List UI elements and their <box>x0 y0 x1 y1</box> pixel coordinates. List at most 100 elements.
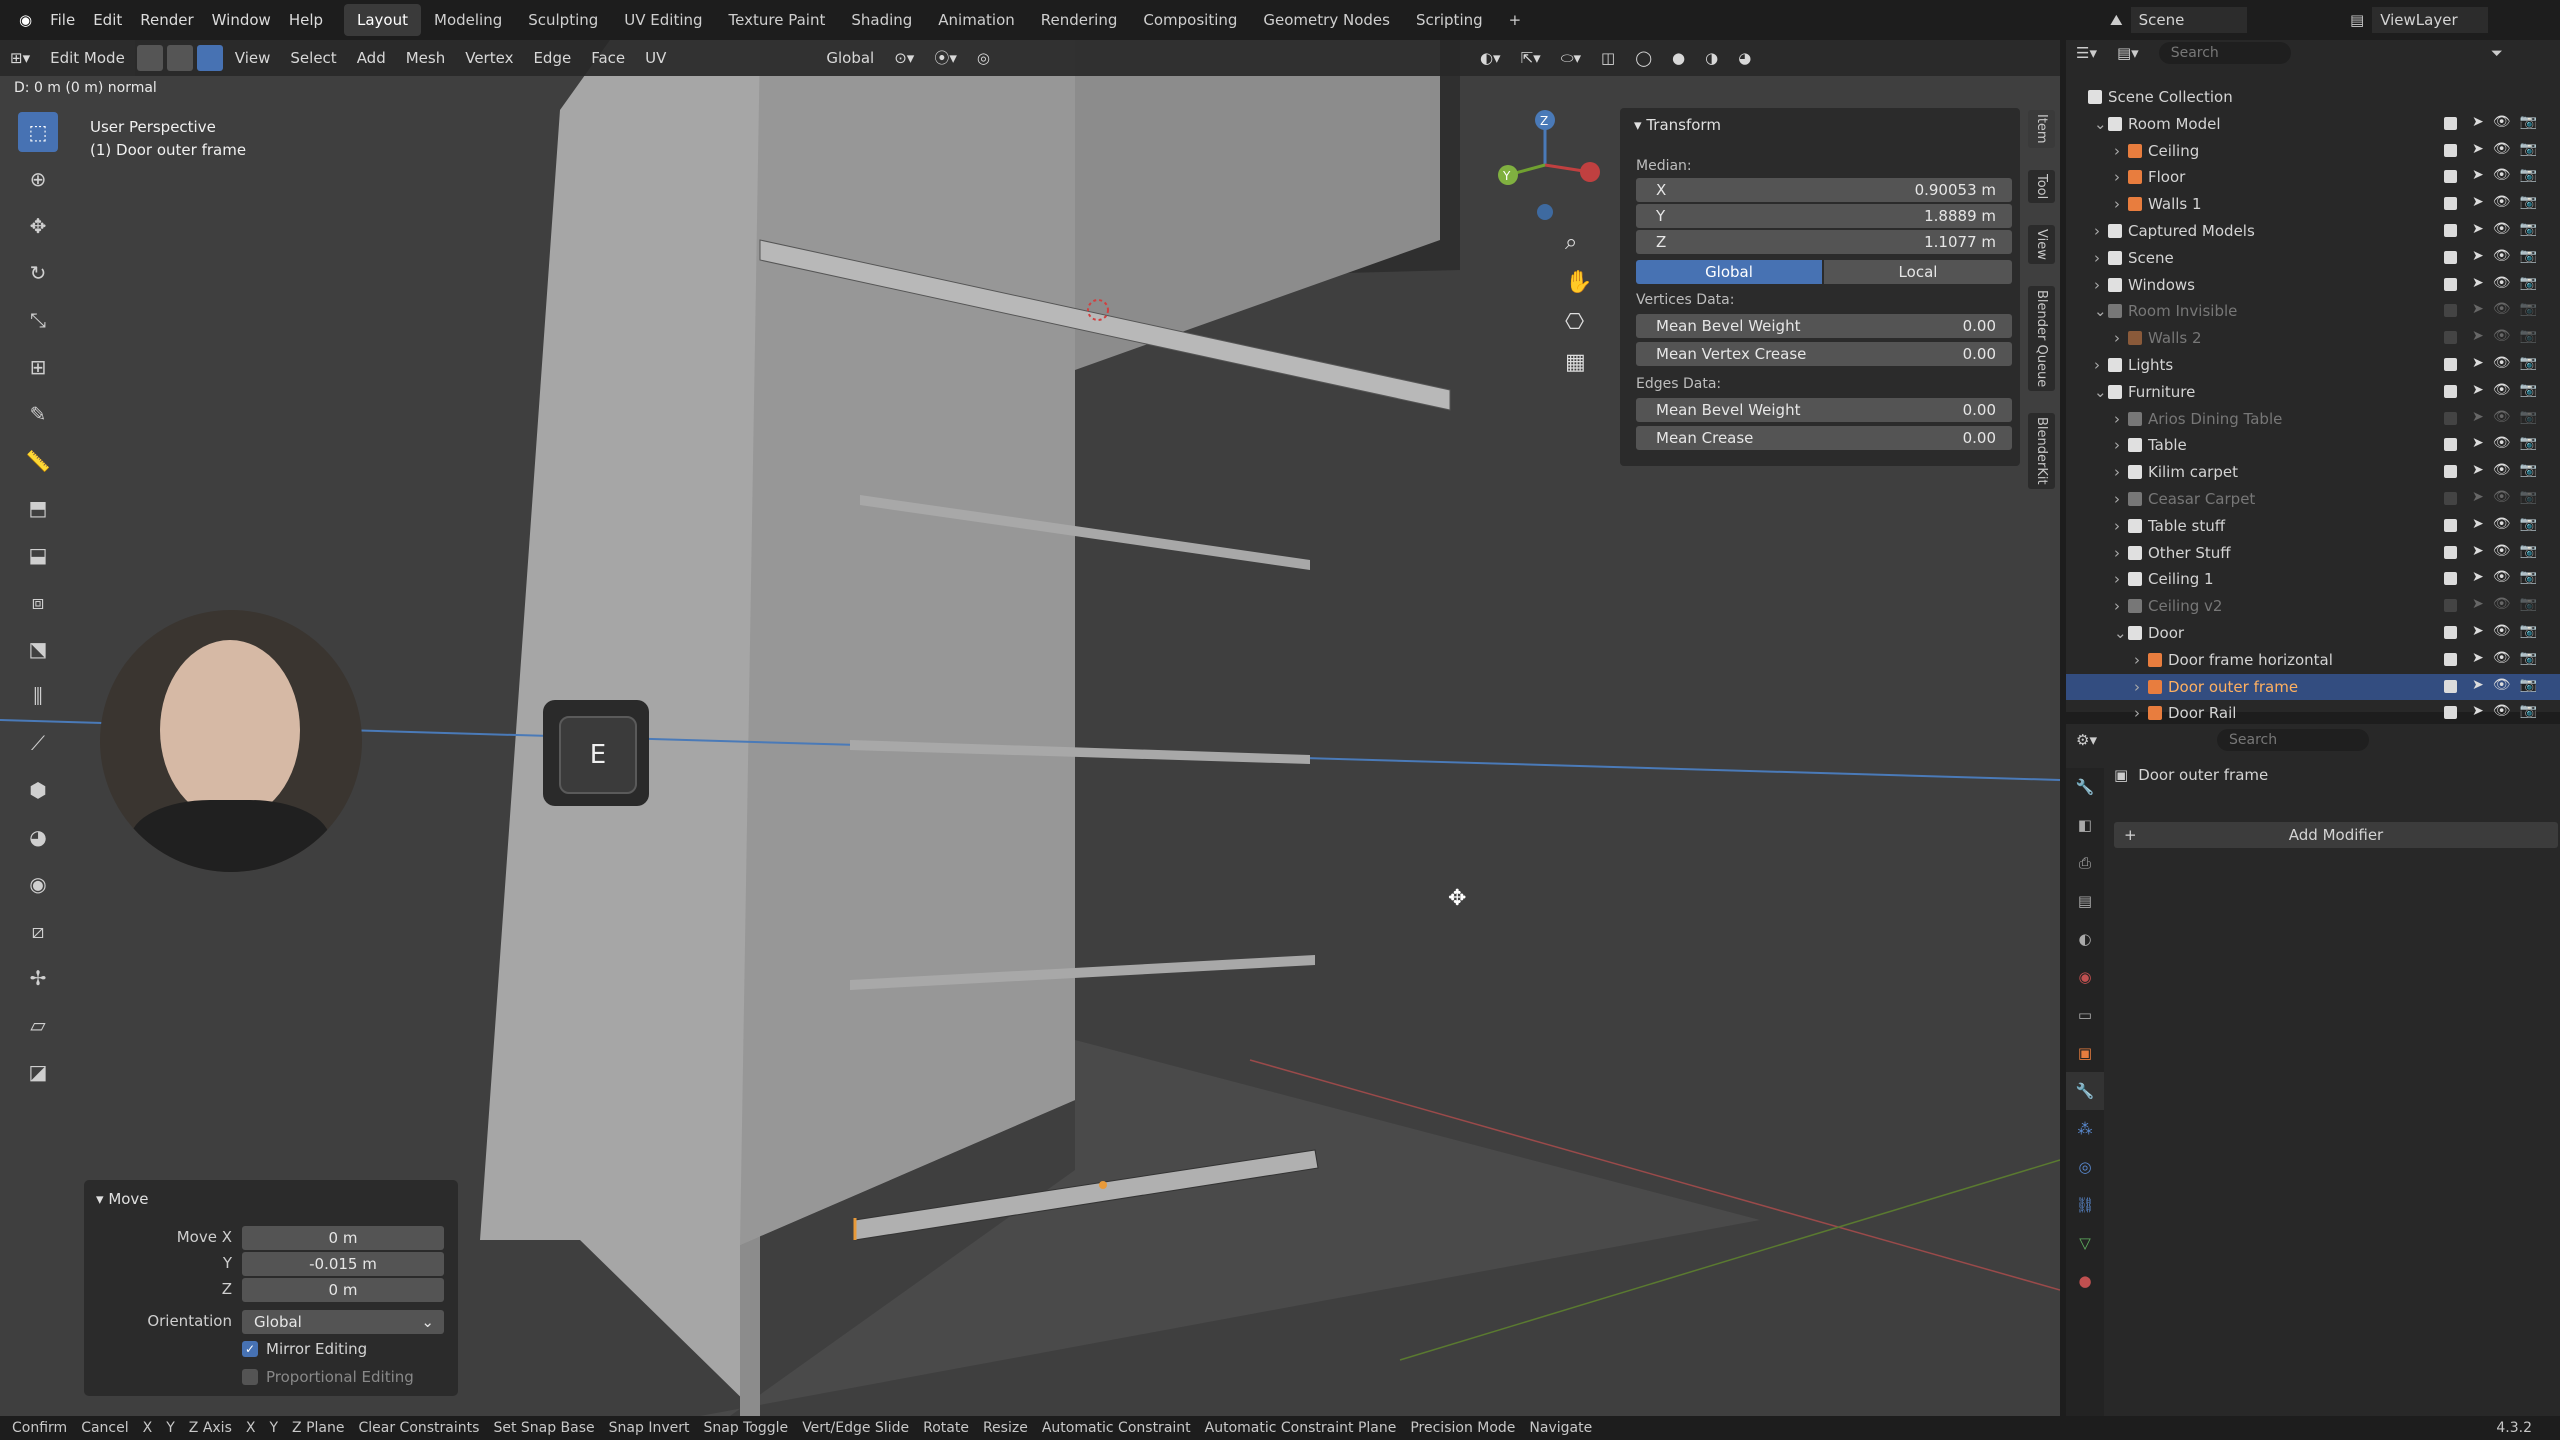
rip-tool-icon[interactable]: ◪ <box>18 1052 58 1092</box>
camera-icon[interactable]: ⎔ <box>1565 310 1597 350</box>
tab-geometry-nodes[interactable]: Geometry Nodes <box>1250 4 1403 36</box>
local-toggle[interactable]: Local <box>1824 260 2012 284</box>
expand-chevron-icon[interactable]: › <box>2134 678 2140 696</box>
visibility-toggles[interactable]: ➤👁📷 <box>2472 435 2546 451</box>
navigation-gizmo[interactable]: Z Y <box>1490 110 1600 220</box>
properties-editor-icon[interactable]: ⚙▾ <box>2076 731 2097 749</box>
visibility-toggles[interactable]: ➤👁📷 <box>2472 677 2546 693</box>
move-tool-icon[interactable]: ✥ <box>18 206 58 246</box>
menu-window[interactable]: Window <box>203 11 280 29</box>
overlay-icon[interactable]: ⬭▾ <box>1551 40 1591 76</box>
transform-tool-icon[interactable]: ⊞ <box>18 347 58 387</box>
proportional-icon[interactable]: ◎ <box>967 40 1000 76</box>
outliner-row[interactable]: ⌄ Door ➤👁📷 <box>2066 620 2560 646</box>
proportional-checkbox[interactable] <box>242 1369 258 1385</box>
extrude-tool-icon[interactable]: ⬓ <box>18 535 58 575</box>
global-toggle[interactable]: Global <box>1636 260 1822 284</box>
outliner-row[interactable]: › Ceiling 1 ➤👁📷 <box>2066 566 2560 592</box>
median-z-field[interactable]: Z 1.1077 m <box>1636 230 2012 254</box>
exclude-checkbox[interactable] <box>2444 626 2457 639</box>
visibility-toggles[interactable]: ➤👁📷 <box>2472 543 2546 559</box>
display-mode-icon[interactable]: ▤▾ <box>2117 44 2139 62</box>
pivot-icon[interactable]: ⊙▾ <box>884 40 924 76</box>
visibility-toggles[interactable]: ➤👁📷 <box>2472 462 2546 478</box>
exclude-checkbox[interactable] <box>2444 706 2457 720</box>
annotate-tool-icon[interactable]: ✎ <box>18 394 58 434</box>
render-properties-icon[interactable]: ◧ <box>2066 806 2104 844</box>
exclude-checkbox[interactable] <box>2444 572 2457 586</box>
expand-chevron-icon[interactable]: › <box>2114 410 2120 428</box>
outliner-row[interactable]: › Door frame horizontal ➤👁📷 <box>2066 647 2560 673</box>
select-mode-vertex[interactable] <box>136 45 163 71</box>
editor-type-icon[interactable]: ⊞▾ <box>0 40 40 76</box>
mirror-editing-row[interactable]: ✓ Mirror Editing <box>242 1340 367 1358</box>
add-workspace-button[interactable]: + <box>1496 4 1535 36</box>
visibility-toggles[interactable]: ➤👁📷 <box>2472 167 2546 183</box>
material-properties-icon[interactable]: ● <box>2066 1262 2104 1300</box>
visibility-toggles[interactable]: ➤👁📷 <box>2472 141 2546 157</box>
outliner-row[interactable]: Scene Collection <box>2066 84 2560 110</box>
constraints-properties-icon[interactable]: ⛓ <box>2066 1186 2104 1224</box>
exclude-checkbox[interactable] <box>2444 384 2457 398</box>
tab-animation[interactable]: Animation <box>925 4 1027 36</box>
tab-rendering[interactable]: Rendering <box>1028 4 1131 36</box>
shear-tool-icon[interactable]: ▱ <box>18 1005 58 1045</box>
outliner-row[interactable]: › Table stuff ➤👁📷 <box>2066 513 2560 539</box>
tab-tool[interactable]: Tool <box>2028 169 2055 203</box>
menu-file[interactable]: File <box>41 11 84 29</box>
expand-chevron-icon[interactable]: ⌄ <box>2094 115 2107 133</box>
tab-sculpting[interactable]: Sculpting <box>515 4 611 36</box>
visibility-toggles[interactable]: ➤👁📷 <box>2472 221 2546 237</box>
outliner-row[interactable]: ⌄ Room Invisible ➤👁📷 <box>2066 298 2560 324</box>
visibility-toggles[interactable]: ➤👁📷 <box>2472 382 2546 398</box>
expand-chevron-icon[interactable]: ⌄ <box>2094 383 2107 401</box>
view-layer-selector[interactable]: ▤ ViewLayer <box>2350 5 2489 35</box>
gizmo-icon[interactable]: ⇱▾ <box>1511 40 1551 76</box>
exclude-checkbox[interactable] <box>2444 197 2457 211</box>
visibility-toggles[interactable]: ➤👁📷 <box>2472 516 2546 532</box>
expand-chevron-icon[interactable]: › <box>2114 544 2120 562</box>
expand-chevron-icon[interactable]: › <box>2114 436 2120 454</box>
physics-properties-icon[interactable]: ◎ <box>2066 1148 2104 1186</box>
orientation-dropdown[interactable]: Global ⌄ <box>242 1310 444 1334</box>
exclude-checkbox[interactable] <box>2444 438 2457 452</box>
expand-chevron-icon[interactable]: › <box>2094 249 2100 267</box>
exclude-checkbox[interactable] <box>2444 652 2457 666</box>
exclude-checkbox[interactable] <box>2444 599 2457 613</box>
shading-rendered-icon[interactable]: ◕ <box>1728 40 1761 76</box>
shading-solid-icon[interactable]: ● <box>1662 40 1695 76</box>
menu-select[interactable]: Select <box>280 40 346 76</box>
pan-hand-icon[interactable]: ✋ <box>1565 270 1597 310</box>
edge-bevel-weight-field[interactable]: Mean Bevel Weight 0.00 <box>1636 398 2012 422</box>
particles-properties-icon[interactable]: ⁂ <box>2066 1110 2104 1148</box>
exclude-checkbox[interactable] <box>2444 170 2457 184</box>
zoom-icon[interactable]: ⌕ <box>1565 230 1597 270</box>
expand-chevron-icon[interactable]: › <box>2114 329 2120 347</box>
bevel-tool-icon[interactable]: ⬔ <box>18 629 58 669</box>
exclude-checkbox[interactable] <box>2444 224 2457 237</box>
exclude-checkbox[interactable] <box>2444 250 2457 264</box>
outliner-row[interactable]: › Scene ➤👁📷 <box>2066 245 2560 271</box>
grid-icon[interactable]: ▦ <box>1565 350 1597 390</box>
output-properties-icon[interactable]: ⎙ <box>2066 844 2104 882</box>
menu-uv[interactable]: UV <box>635 40 676 76</box>
outliner-row[interactable]: ⌄ Furniture ➤👁📷 <box>2066 379 2560 405</box>
spin-tool-icon[interactable]: ◕ <box>18 817 58 857</box>
exclude-checkbox[interactable] <box>2444 518 2457 532</box>
cursor-tool-icon[interactable]: ⊕ <box>18 159 58 199</box>
vertex-crease-field[interactable]: Mean Vertex Crease 0.00 <box>1636 342 2012 366</box>
expand-chevron-icon[interactable]: ⌄ <box>2094 302 2107 320</box>
tab-blender-queue[interactable]: Blender Queue <box>2028 285 2055 391</box>
tab-modeling[interactable]: Modeling <box>421 4 515 36</box>
edge-slide-tool-icon[interactable]: ⧄ <box>18 911 58 951</box>
visibility-toggles[interactable]: ➤👁📷 <box>2472 275 2546 291</box>
outliner-row[interactable]: › Ceasar Carpet ➤👁📷 <box>2066 486 2560 512</box>
scene-selector[interactable]: ⛰ Scene <box>2110 5 2247 35</box>
expand-chevron-icon[interactable]: › <box>2114 195 2120 213</box>
scene-properties-icon[interactable]: ◐ <box>2066 920 2104 958</box>
menu-view[interactable]: View <box>225 40 281 76</box>
mode-selector[interactable]: Edit Mode <box>40 40 135 76</box>
outliner-row[interactable]: › Door outer frame ➤👁📷 <box>2066 673 2560 700</box>
object-properties-icon[interactable]: ▣ <box>2066 1034 2104 1072</box>
data-properties-icon[interactable]: ▽ <box>2066 1224 2104 1262</box>
